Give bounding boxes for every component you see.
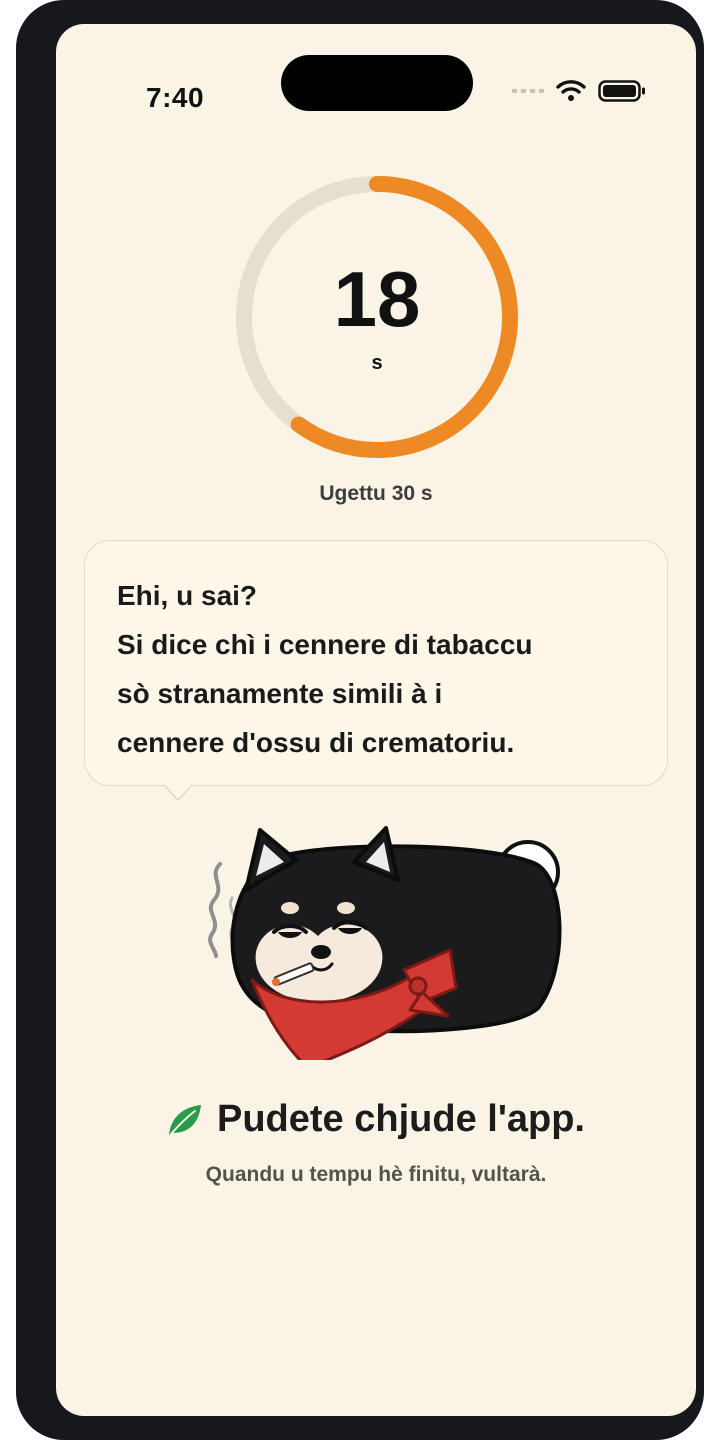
- message-line: sò stranamente simili à i: [117, 678, 443, 709]
- speech-bubble-tail: [164, 784, 192, 802]
- timer-unit: s: [371, 352, 383, 374]
- app-screen: 7:40 18 s Ugettu 30 s Ehi, u sai? Si dic…: [56, 24, 696, 1416]
- timer-goal-label: Ugettu 30 s: [319, 482, 433, 505]
- status-time: 7:40: [146, 82, 205, 113]
- close-app-heading: Pudete chjude l'app.: [56, 1098, 696, 1141]
- dynamic-island: [281, 55, 473, 111]
- device-frame: 7:40 18 s Ugettu 30 s Ehi, u sai? Si dic…: [16, 0, 704, 1440]
- close-app-title: Pudete chjude l'app.: [217, 1098, 585, 1140]
- status-icons: [512, 76, 646, 106]
- leaf-icon: [169, 1104, 201, 1135]
- timer-seconds: 18: [333, 255, 421, 343]
- message-line: cennere d'ossu di crematoriu.: [117, 727, 515, 758]
- message-line: Ehi, u sai?: [117, 580, 258, 611]
- smoking-dog-illustration: [208, 826, 562, 1060]
- message-line: Si dice chì i cennere di tabaccu: [117, 629, 533, 660]
- speech-bubble: Ehi, u sai? Si dice chì i cennere di tab…: [84, 540, 668, 786]
- signal-icon: [512, 89, 544, 93]
- countdown-timer: 18 s: [232, 172, 522, 462]
- battery-icon: [598, 80, 645, 102]
- close-app-subtitle: Quandu u tempu hè finitu, vultarà.: [205, 1163, 547, 1186]
- wifi-icon: [556, 80, 586, 101]
